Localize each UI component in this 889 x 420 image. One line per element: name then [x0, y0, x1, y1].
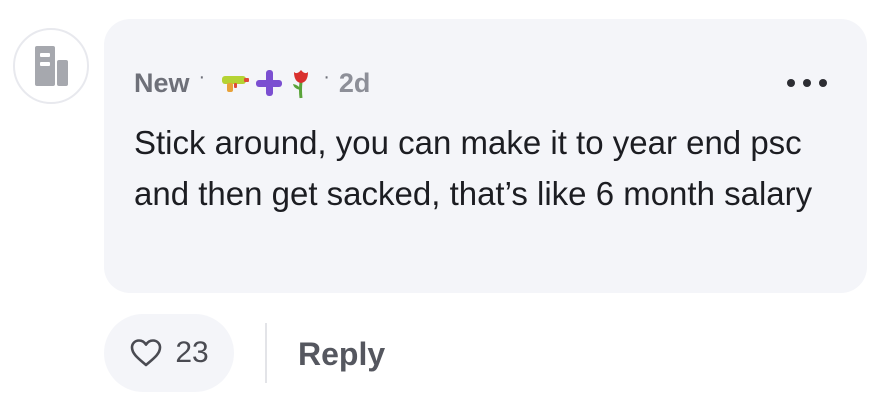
- separator-dot: ·: [198, 65, 206, 88]
- comment-bubble: New · · 2d Stick around, you can make it…: [104, 19, 867, 293]
- reply-button[interactable]: Reply: [298, 330, 385, 378]
- heart-icon: [131, 339, 162, 367]
- timestamp: 2d: [338, 67, 371, 98]
- like-button[interactable]: 23: [104, 314, 234, 392]
- more-options-button[interactable]: [787, 75, 827, 91]
- author-name[interactable]: New: [134, 68, 190, 99]
- ellipsis-icon: [787, 79, 795, 87]
- comment-body: Stick around, you can make it to year en…: [134, 124, 813, 212]
- like-count: 23: [175, 336, 209, 369]
- action-divider: [265, 323, 267, 383]
- building-icon: [35, 46, 68, 86]
- comment-meta: New · · 2d: [134, 65, 370, 101]
- user-flair: [220, 67, 314, 99]
- avatar[interactable]: [13, 28, 89, 104]
- separator-dot: ·: [323, 65, 330, 88]
- rose-icon: [293, 70, 309, 99]
- water-gun-icon: [222, 76, 250, 92]
- comment-card: New · · 2d Stick around, you can make it…: [0, 0, 889, 420]
- plus-icon: [256, 70, 283, 96]
